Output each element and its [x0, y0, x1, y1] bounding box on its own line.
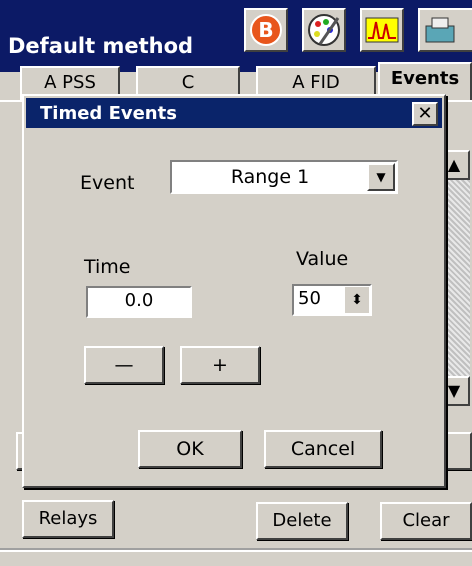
minus-button[interactable]: —	[84, 346, 164, 384]
value-stepper[interactable]: 50 ⬍	[292, 284, 372, 316]
value-stepper-value: 50	[298, 288, 321, 309]
palette-icon[interactable]	[302, 8, 346, 52]
event-select[interactable]: Range 1 ▼	[170, 160, 398, 194]
plus-button[interactable]: +	[180, 346, 260, 384]
ok-button[interactable]: OK	[138, 430, 242, 468]
time-input[interactable]: 0.0	[86, 286, 192, 318]
timed-events-dialog: Timed Events ✕ Event Range 1 ▼ Time Valu…	[22, 94, 446, 488]
event-select-value: Range 1	[230, 166, 310, 188]
close-icon[interactable]: ✕	[412, 102, 438, 126]
peaks-icon[interactable]	[360, 8, 404, 52]
spin-arrows-icon[interactable]: ⬍	[345, 287, 369, 313]
b-icon[interactable]: B	[244, 8, 288, 52]
chevron-down-icon[interactable]: ▼	[367, 163, 395, 191]
relays-button[interactable]: Relays	[22, 500, 114, 538]
dialog-titlebar[interactable]: Timed Events ✕	[26, 98, 442, 128]
dialog-title: Timed Events	[40, 103, 177, 124]
status-divider-highlight	[0, 550, 472, 552]
time-label: Time	[84, 256, 131, 278]
clear-button[interactable]: Clear	[380, 502, 472, 540]
window-title: Default method	[8, 34, 194, 58]
svg-text:B: B	[258, 18, 273, 42]
value-label: Value	[296, 248, 349, 270]
printer-icon[interactable]	[418, 8, 472, 52]
delete-button[interactable]: Delete	[256, 502, 348, 540]
cancel-button[interactable]: Cancel	[264, 430, 382, 468]
event-label: Event	[80, 172, 135, 194]
